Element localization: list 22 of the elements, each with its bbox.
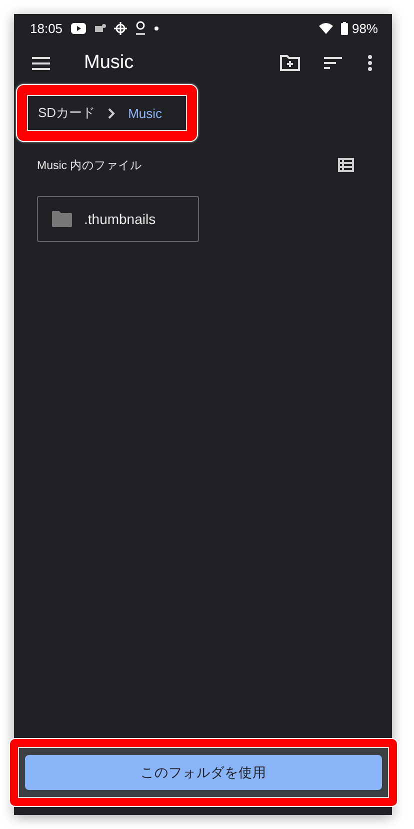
more-icon[interactable] (368, 55, 372, 71)
use-folder-button[interactable]: このフォルダを使用 (25, 755, 382, 790)
dot-icon (154, 26, 159, 30)
folder-card[interactable]: .thumbnails (37, 196, 199, 242)
sort-icon[interactable] (324, 57, 342, 69)
folder-icon (52, 211, 72, 227)
battery-percent: 98% (352, 20, 378, 36)
menu-icon[interactable] (32, 56, 50, 70)
new-folder-icon[interactable] (280, 55, 300, 71)
list-view-icon[interactable] (338, 158, 354, 172)
wifi-icon (318, 22, 333, 34)
section-title: Music 内のファイル (37, 158, 142, 172)
chevron-icon (108, 108, 116, 118)
notification-icon (94, 24, 106, 32)
breadcrumb-item[interactable]: SDカード (38, 104, 96, 122)
status-time: 18:05 (30, 20, 63, 36)
battery-icon (340, 22, 348, 34)
toolbar-title: Music (84, 52, 134, 74)
play-icon (70, 22, 86, 34)
folder-name: .thumbnails (84, 211, 156, 227)
crosshair-icon (114, 22, 127, 34)
breadcrumb-item[interactable]: Music (128, 106, 162, 120)
